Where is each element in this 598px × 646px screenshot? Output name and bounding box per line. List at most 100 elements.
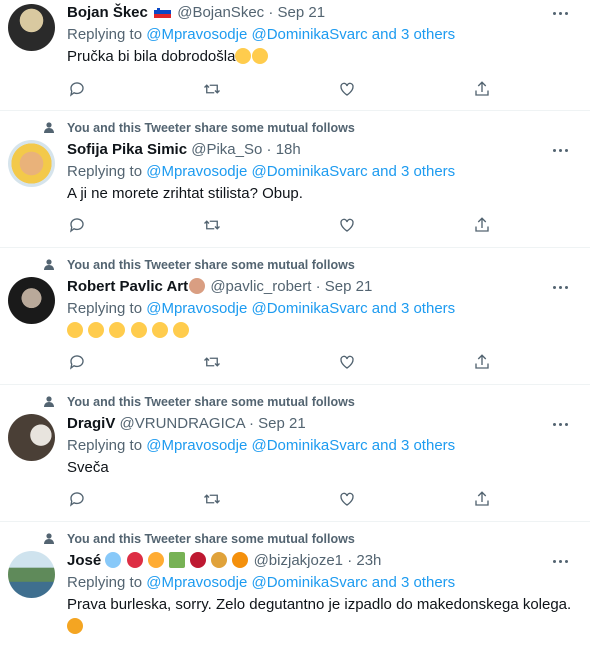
- author-name[interactable]: José: [67, 552, 101, 569]
- more-icon[interactable]: [553, 145, 575, 155]
- author-name[interactable]: DragiV: [67, 415, 115, 432]
- wine-glass-icon: [190, 552, 207, 568]
- tweet-text-emoji: [67, 617, 84, 637]
- replying-to: Replying to @Mpravosodje @DominikaSvarc …: [67, 436, 455, 456]
- replying-to: Replying to @Mpravosodje @DominikaSvarc …: [67, 162, 455, 182]
- timestamp[interactable]: 23h: [356, 552, 381, 569]
- person-icon: [44, 122, 54, 133]
- skier-icon: [105, 552, 122, 568]
- more-icon[interactable]: [553, 8, 575, 18]
- person-icon: [44, 396, 54, 407]
- timestamp[interactable]: Sep 21: [278, 4, 326, 21]
- cyclist-icon: [126, 552, 143, 568]
- like-icon[interactable]: [338, 80, 358, 100]
- tweet-4[interactable]: You and this Tweeter share some mutual f…: [0, 385, 590, 522]
- others-link[interactable]: and 3 others: [372, 163, 455, 180]
- tweet-actions: [0, 353, 590, 373]
- lion-face-icon: [67, 618, 83, 634]
- separator: ·: [266, 141, 272, 158]
- retweet-icon[interactable]: [203, 80, 223, 100]
- food-icon: [232, 552, 249, 568]
- tweet-actions: [0, 490, 590, 510]
- reply-icon[interactable]: [68, 490, 88, 510]
- share-icon[interactable]: [473, 490, 493, 510]
- author-name[interactable]: Bojan Škec: [67, 4, 148, 21]
- laughing-face-icon: [130, 322, 147, 338]
- tweet-text: Prava burleska, sorry. Zelo degutantno j…: [67, 596, 572, 613]
- replying-to: Replying to @Mpravosodje @DominikaSvarc …: [67, 573, 455, 593]
- share-icon[interactable]: [473, 216, 493, 236]
- replying-to: Replying to @Mpravosodje @DominikaSvarc …: [67, 25, 455, 45]
- tweet-header: DragiV @VRUNDRAGICA · Sep 21: [67, 414, 306, 434]
- slovenia-flag-icon: [154, 6, 172, 18]
- mention-link[interactable]: @Mpravosodje: [146, 437, 247, 454]
- avatar[interactable]: [8, 140, 55, 187]
- landscape-icon: [168, 552, 185, 568]
- share-icon[interactable]: [473, 80, 493, 100]
- mention-link[interactable]: @DominikaSvarc: [252, 163, 368, 180]
- tweet-actions: [0, 216, 590, 236]
- others-link[interactable]: and 3 others: [372, 26, 455, 43]
- others-link[interactable]: and 3 others: [372, 437, 455, 454]
- others-link[interactable]: and 3 others: [372, 300, 455, 317]
- author-handle[interactable]: @pavlic_robert: [210, 278, 311, 295]
- author-name[interactable]: Robert Pavlic Art: [67, 278, 188, 295]
- tweet-text: Sveča: [67, 459, 109, 476]
- author-name[interactable]: Sofija Pika Simic: [67, 141, 187, 158]
- timestamp[interactable]: 18h: [276, 141, 301, 158]
- others-link[interactable]: and 3 others: [372, 574, 455, 591]
- mention-link[interactable]: @Mpravosodje: [146, 26, 247, 43]
- laughing-face-icon: [88, 322, 105, 338]
- mention-link[interactable]: @Mpravosodje: [146, 163, 247, 180]
- mention-link[interactable]: @Mpravosodje: [146, 300, 247, 317]
- social-context: You and this Tweeter share some mutual f…: [67, 395, 355, 409]
- more-icon[interactable]: [553, 282, 575, 292]
- mention-link[interactable]: @DominikaSvarc: [252, 300, 368, 317]
- reply-icon[interactable]: [68, 80, 88, 100]
- person-icon: [44, 533, 54, 544]
- reply-icon[interactable]: [68, 216, 88, 236]
- winking-face-icon: [235, 48, 252, 64]
- separator: ·: [268, 4, 274, 21]
- retweet-icon[interactable]: [203, 490, 223, 510]
- tweet-header: Bojan Škec @BojanSkec · Sep 21: [67, 3, 325, 23]
- social-context: You and this Tweeter share some mutual f…: [67, 532, 355, 546]
- avatar[interactable]: [8, 4, 55, 51]
- timestamp[interactable]: Sep 21: [325, 278, 373, 295]
- tweet-2[interactable]: You and this Tweeter share some mutual f…: [0, 111, 590, 248]
- timestamp[interactable]: Sep 21: [258, 415, 306, 432]
- like-icon[interactable]: [338, 353, 358, 373]
- author-handle[interactable]: @BojanSkec: [177, 4, 264, 21]
- retweet-icon[interactable]: [203, 216, 223, 236]
- author-handle[interactable]: @bizjakjoze1: [254, 552, 343, 569]
- author-handle[interactable]: @Pika_So: [191, 141, 262, 158]
- tweet-5[interactable]: You and this Tweeter share some mutual f…: [0, 522, 590, 646]
- social-context: You and this Tweeter share some mutual f…: [67, 121, 355, 135]
- tweet-text: A ji ne morete zrihtat stilista? Obup.: [67, 185, 303, 202]
- like-icon[interactable]: [338, 490, 358, 510]
- mention-link[interactable]: @Mpravosodje: [146, 574, 247, 591]
- mention-link[interactable]: @DominikaSvarc: [252, 26, 368, 43]
- share-icon[interactable]: [473, 353, 493, 373]
- person-icon: [44, 259, 54, 270]
- more-icon[interactable]: [553, 419, 575, 429]
- retweet-icon[interactable]: [203, 353, 223, 373]
- replying-prefix: Replying to: [67, 26, 143, 43]
- like-icon[interactable]: [338, 216, 358, 236]
- mention-link[interactable]: @DominikaSvarc: [252, 437, 368, 454]
- tweet-3[interactable]: You and this Tweeter share some mutual f…: [0, 248, 590, 385]
- avatar[interactable]: [8, 277, 55, 324]
- more-icon[interactable]: [553, 556, 575, 566]
- avatar[interactable]: [8, 414, 55, 461]
- author-handle[interactable]: @VRUNDRAGICA: [120, 415, 245, 432]
- social-context: You and this Tweeter share some mutual f…: [67, 258, 355, 272]
- avatar[interactable]: [8, 551, 55, 598]
- replying-prefix: Replying to: [67, 437, 143, 454]
- reply-icon[interactable]: [68, 353, 88, 373]
- replying-prefix: Replying to: [67, 300, 143, 317]
- tweet-header: Sofija Pika Simic @Pika_So · 18h: [67, 140, 301, 160]
- mention-link[interactable]: @DominikaSvarc: [252, 574, 368, 591]
- tweet-1[interactable]: Bojan Škec @BojanSkec · Sep 21 Replying …: [0, 0, 590, 111]
- separator: ·: [347, 552, 353, 569]
- laughing-face-icon: [109, 322, 126, 338]
